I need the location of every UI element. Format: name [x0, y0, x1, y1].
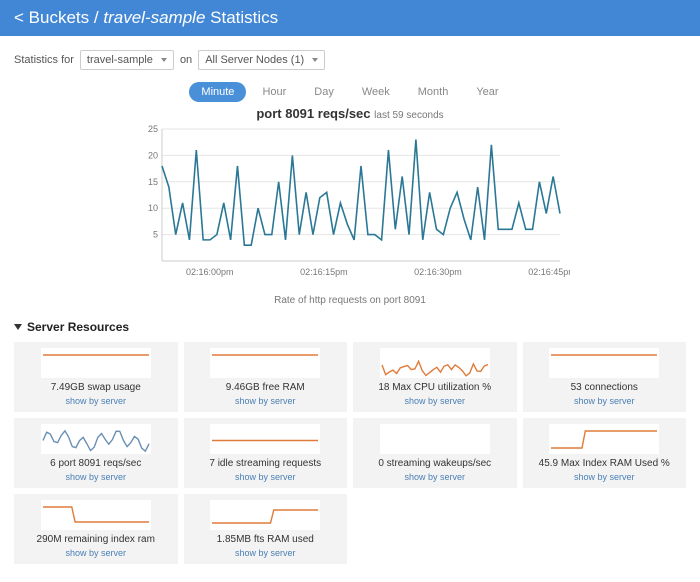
show-by-server-link[interactable]: show by server: [235, 472, 296, 482]
metric-card[interactable]: 1.85MB fts RAM used show by server: [184, 494, 348, 564]
on-label: on: [180, 54, 192, 66]
metric-card[interactable]: 7.49GB swap usage show by server: [14, 342, 178, 412]
chevron-down-icon: [14, 324, 22, 330]
metric-label: 290M remaining index ram: [37, 534, 155, 546]
tab-month[interactable]: Month: [406, 82, 461, 102]
metric-label: 45.9 Max Index RAM Used %: [539, 458, 670, 470]
svg-text:02:16:30pm: 02:16:30pm: [414, 267, 462, 277]
sparkline: [210, 424, 320, 454]
breadcrumb-page: Statistics: [210, 8, 278, 27]
main-chart: 5 10 15 20 25 02:16:00pm 02:16:15pm 02:16:30pm 0…: [130, 123, 570, 291]
show-by-server-link[interactable]: show by server: [404, 472, 465, 482]
sparkline: [41, 424, 151, 454]
metric-label: 7.49GB swap usage: [51, 382, 141, 394]
metric-label: 7 idle streaming requests: [209, 458, 321, 470]
svg-text:20: 20: [148, 150, 158, 160]
time-range-tabs: MinuteHourDayWeekMonthYear: [0, 82, 700, 102]
svg-text:5: 5: [153, 230, 158, 240]
show-by-server-link[interactable]: show by server: [65, 396, 126, 406]
show-by-server-link[interactable]: show by server: [404, 396, 465, 406]
metric-label: 0 streaming wakeups/sec: [378, 458, 491, 470]
metric-card[interactable]: 53 connections show by server: [523, 342, 687, 412]
breadcrumb-header: < Buckets / travel-sample Statistics: [0, 0, 700, 36]
chart-title-text: port 8091 reqs/sec: [256, 106, 370, 121]
metric-label: 1.85MB fts RAM used: [217, 534, 314, 546]
back-button[interactable]: <: [14, 8, 24, 27]
tab-hour[interactable]: Hour: [250, 82, 298, 102]
sparkline: [41, 348, 151, 378]
metric-label: 6 port 8091 reqs/sec: [50, 458, 141, 470]
tab-year[interactable]: Year: [464, 82, 510, 102]
section-server-resources[interactable]: Server Resources: [0, 320, 700, 342]
show-by-server-link[interactable]: show by server: [235, 396, 296, 406]
metric-card[interactable]: 18 Max CPU utilization % show by server: [353, 342, 517, 412]
metric-label: 18 Max CPU utilization %: [378, 382, 491, 394]
breadcrumb-buckets[interactable]: Buckets: [29, 8, 89, 27]
sparkline: [210, 500, 320, 530]
node-select[interactable]: All Server Nodes (1): [198, 50, 325, 70]
svg-text:10: 10: [148, 203, 158, 213]
svg-text:02:16:00pm: 02:16:00pm: [186, 267, 234, 277]
filter-bar: Statistics for travel-sample on All Serv…: [0, 36, 700, 76]
show-by-server-link[interactable]: show by server: [65, 548, 126, 558]
show-by-server-link[interactable]: show by server: [574, 396, 635, 406]
sparkline: [549, 348, 659, 378]
sparkline: [549, 424, 659, 454]
sparkline: [210, 348, 320, 378]
show-by-server-link[interactable]: show by server: [235, 548, 296, 558]
sparkline: [380, 348, 490, 378]
bucket-select[interactable]: travel-sample: [80, 50, 174, 70]
svg-text:15: 15: [148, 177, 158, 187]
svg-text:25: 25: [148, 124, 158, 134]
chart-title: port 8091 reqs/sec last 59 seconds: [0, 106, 700, 121]
svg-text:02:16:15pm: 02:16:15pm: [300, 267, 348, 277]
breadcrumb-sep: /: [94, 8, 99, 27]
metric-label: 9.46GB free RAM: [226, 382, 305, 394]
chart-caption: Rate of http requests on port 8091: [0, 295, 700, 306]
section-title: Server Resources: [27, 320, 129, 334]
metric-card[interactable]: 6 port 8091 reqs/sec show by server: [14, 418, 178, 488]
stats-for-label: Statistics for: [14, 54, 74, 66]
tab-week[interactable]: Week: [350, 82, 402, 102]
metrics-grid: 7.49GB swap usageshow by server9.46GB fr…: [0, 342, 700, 578]
show-by-server-link[interactable]: show by server: [65, 472, 126, 482]
metric-card[interactable]: 9.46GB free RAM show by server: [184, 342, 348, 412]
sparkline: [380, 424, 490, 454]
metric-card[interactable]: 45.9 Max Index RAM Used % show by server: [523, 418, 687, 488]
breadcrumb-bucket-name: travel-sample: [103, 8, 205, 27]
svg-text:02:16:45pm: 02:16:45pm: [528, 267, 570, 277]
tab-minute[interactable]: Minute: [189, 82, 246, 102]
chart-subtitle: last 59 seconds: [374, 110, 444, 121]
metric-label: 53 connections: [571, 382, 638, 394]
metric-card[interactable]: 0 streaming wakeups/sec show by server: [353, 418, 517, 488]
sparkline: [41, 500, 151, 530]
metric-card[interactable]: 7 idle streaming requests show by server: [184, 418, 348, 488]
tab-day[interactable]: Day: [302, 82, 346, 102]
metric-card[interactable]: 290M remaining index ram show by server: [14, 494, 178, 564]
show-by-server-link[interactable]: show by server: [574, 472, 635, 482]
